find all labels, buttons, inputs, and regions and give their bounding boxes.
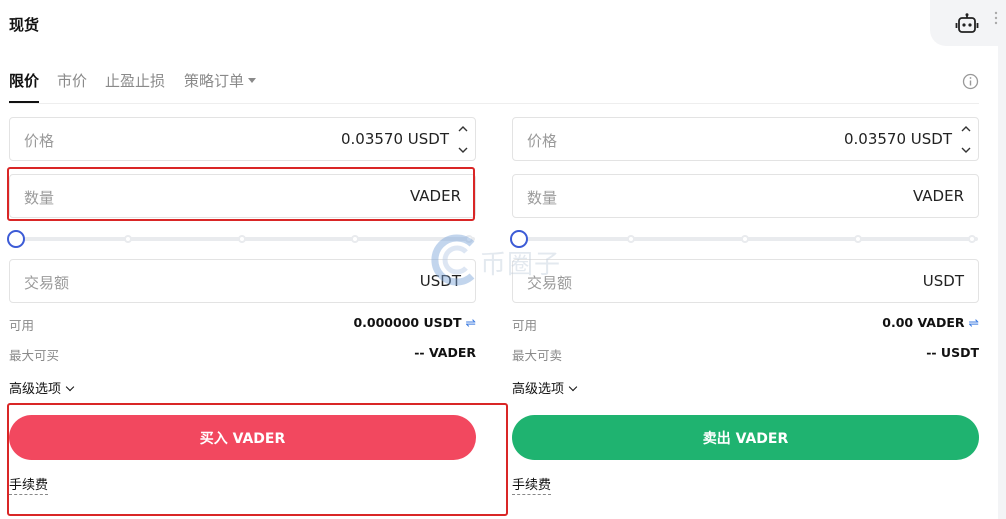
buy-total-input[interactable]: 交易额 USDT (9, 259, 476, 303)
sell-advanced-label: 高级选项 (512, 382, 565, 397)
buy-available-amount: 0.000000 USDT (353, 315, 462, 330)
sell-max-value: -- USDT (926, 345, 979, 360)
buy-max-row: 最大可买 -- VADER (9, 345, 476, 363)
slider-tick[interactable] (741, 235, 749, 243)
step-down-icon[interactable] (955, 139, 977, 160)
sell-price-input[interactable]: 价格 0.03570 USDT (512, 117, 979, 161)
buy-fee-link[interactable]: 手续费 (9, 474, 49, 495)
sell-fee-link[interactable]: 手续费 (512, 474, 552, 495)
buy-amount-slider[interactable] (7, 228, 477, 248)
scroll-gutter (998, 0, 1006, 519)
sell-available-amount: 0.00 VADER (882, 315, 965, 330)
buy-total-label: 交易额 (24, 274, 70, 292)
sell-max-row: 最大可卖 -- USDT (512, 345, 979, 363)
buy-price-input[interactable]: 价格 0.03570 USDT (9, 117, 476, 161)
chevron-down-icon (65, 382, 75, 392)
buy-button[interactable]: 买入 VADER (9, 415, 476, 460)
sell-available-row: 可用 0.00 VADER ⇌ (512, 315, 979, 333)
watermark: 币圈子 (428, 230, 578, 290)
slider-tick[interactable] (627, 235, 635, 243)
slider-tick[interactable] (854, 235, 862, 243)
swap-icon[interactable]: ⇌ (969, 315, 979, 330)
sell-amount-slider[interactable] (510, 228, 980, 248)
sell-amount-label: 数量 (527, 189, 558, 207)
sell-available-label: 可用 (512, 318, 538, 333)
sell-amount-input[interactable]: 数量 VADER (512, 174, 979, 218)
sell-button[interactable]: 卖出 VADER (512, 415, 979, 460)
buy-price-stepper (452, 118, 474, 160)
buy-amount-unit: VADER (409, 187, 461, 205)
sell-total-unit: USDT (922, 272, 964, 290)
swap-icon[interactable]: ⇌ (466, 315, 476, 330)
buy-max-value: -- VADER (414, 345, 476, 360)
buy-available-label: 可用 (9, 318, 35, 333)
more-icon[interactable] (993, 11, 999, 27)
sell-max-label: 最大可卖 (512, 348, 563, 363)
sell-price-label: 价格 (527, 132, 558, 150)
step-down-icon[interactable] (452, 139, 474, 160)
slider-tick[interactable] (124, 235, 132, 243)
buy-available-value: 0.000000 USDT ⇌ (353, 315, 476, 330)
sell-total-input[interactable]: 交易额 USDT (512, 259, 979, 303)
sell-price-value: 0.03570 USDT (843, 130, 952, 148)
buy-available-row: 可用 0.000000 USDT ⇌ (9, 315, 476, 333)
buy-max-label: 最大可买 (9, 348, 60, 363)
sell-price-stepper (955, 118, 977, 160)
spot-trade-panel: 现货 限价 市价 止盈止损 策略订单 价格 0.03570 USDT 数量 VA… (0, 0, 1006, 519)
sell-column: 价格 0.03570 USDT 数量 VADER 交易额 USDT 可用 0.0… (510, 0, 980, 519)
buy-amount-label: 数量 (24, 189, 55, 207)
slider-tick[interactable] (238, 235, 246, 243)
buy-amount-input[interactable]: 数量 VADER (9, 174, 476, 218)
slider-knob[interactable] (7, 230, 25, 248)
chevron-down-icon (568, 382, 578, 392)
buy-advanced-label: 高级选项 (9, 382, 62, 397)
buy-price-label: 价格 (24, 132, 55, 150)
sell-amount-unit: VADER (912, 187, 964, 205)
slider-tick[interactable] (351, 235, 359, 243)
buy-price-value: 0.03570 USDT (340, 130, 449, 148)
step-up-icon[interactable] (955, 118, 977, 139)
step-up-icon[interactable] (452, 118, 474, 139)
buy-advanced-options[interactable]: 高级选项 (9, 378, 75, 397)
watermark-logo-icon (431, 234, 475, 286)
sell-advanced-options[interactable]: 高级选项 (512, 378, 578, 397)
watermark-text: 币圈子 (480, 250, 562, 280)
slider-tick[interactable] (968, 235, 976, 243)
buy-column: 价格 0.03570 USDT 数量 VADER 交易额 USDT 可用 0.0… (7, 0, 477, 519)
sell-available-value: 0.00 VADER ⇌ (882, 315, 979, 330)
